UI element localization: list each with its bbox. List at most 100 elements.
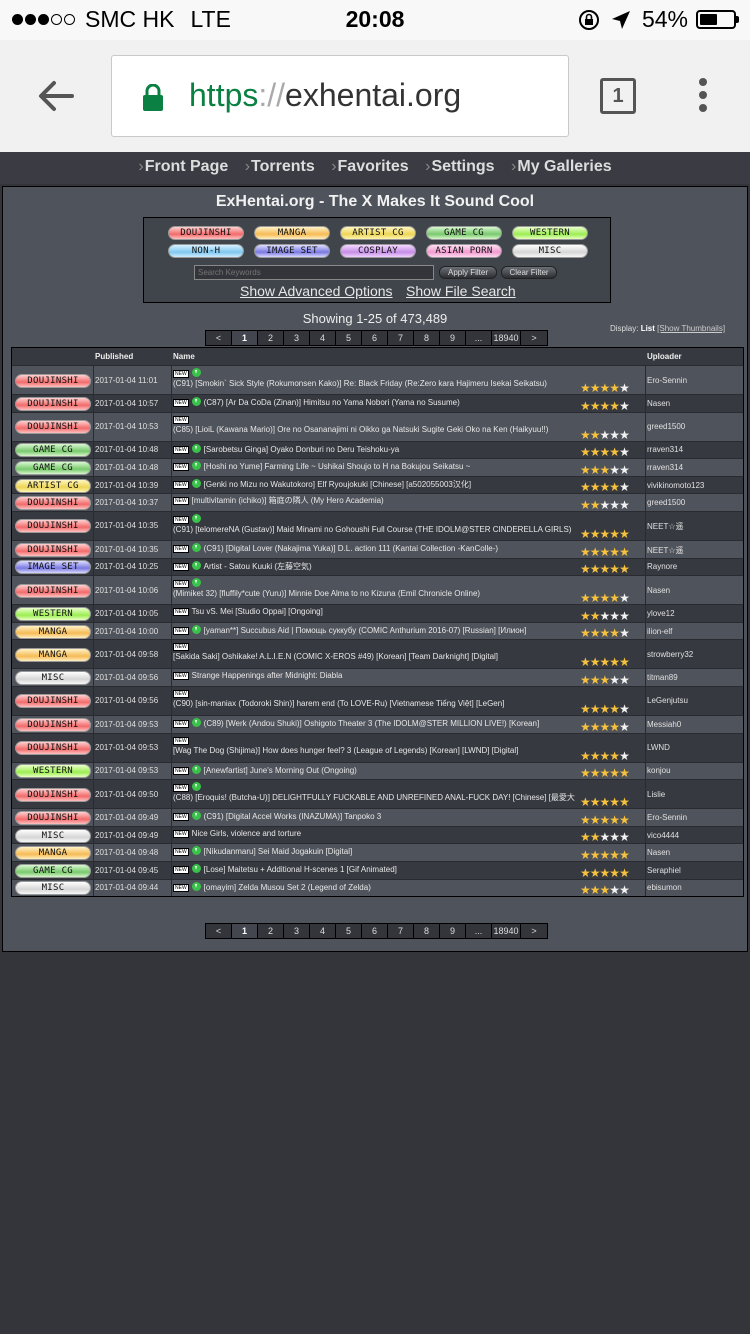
uploader-link[interactable]: konjou xyxy=(647,766,671,775)
uploader-link[interactable]: Nasen xyxy=(647,586,670,595)
category-toggle-manga[interactable]: MANGA xyxy=(254,226,330,240)
page-link[interactable]: 5 xyxy=(336,331,362,345)
category-badge[interactable]: DOUJINSHI xyxy=(15,583,91,598)
uploader-link[interactable]: greed1500 xyxy=(647,422,685,431)
gallery-title-cell[interactable]: NEW [multivitamin (ichiko)] 箱庭の隣人 (My Her… xyxy=(173,496,643,506)
torrent-download-icon[interactable] xyxy=(191,443,201,453)
category-badge[interactable]: MISC xyxy=(15,671,91,686)
torrent-download-icon[interactable] xyxy=(191,811,201,821)
gallery-title[interactable]: [Hoshi no Yume] Farming Life ~ Ushikai S… xyxy=(204,462,471,471)
category-badge[interactable]: WESTERN xyxy=(15,606,91,621)
uploader-link[interactable]: rraven314 xyxy=(647,445,683,454)
category-badge[interactable]: MISC xyxy=(15,828,91,843)
uploader-link[interactable]: NEET☆遥 xyxy=(647,545,684,556)
torrent-download-icon[interactable] xyxy=(191,782,201,792)
table-row[interactable]: GAME CG 2017-01-04 10:48 NEW [Hoshi no Yume… xyxy=(12,458,743,477)
search-input[interactable] xyxy=(194,265,434,280)
category-toggle-doujinshi[interactable]: DOUJINSHI xyxy=(168,226,244,240)
gallery-title[interactable]: (C91) [Smokin` Sick Style (Rokumonsen Ka… xyxy=(173,379,547,388)
uploader-link[interactable]: ebisumon xyxy=(647,883,682,892)
gallery-title-cell[interactable]: NEW (C89) [Werk (Andou Shuki)] Oshigoto T… xyxy=(173,717,643,729)
category-badge[interactable]: DOUJINSHI xyxy=(15,496,91,511)
table-row[interactable]: DOUJINSHI 2017-01-04 11:01 NEW (C91) [Smoki… xyxy=(12,365,743,395)
category-badge[interactable]: DOUJINSHI xyxy=(15,694,91,709)
gallery-title[interactable]: [Nikudanmaru] Sei Maid Jogakuin [Digital… xyxy=(204,847,353,856)
gallery-title-cell[interactable]: NEW (C85) [LioiL (Kawana Mario)] Ore no O… xyxy=(173,415,643,435)
gallery-title-cell[interactable]: NEW [Anewfartist] June's Morning Out (Ong… xyxy=(173,764,643,776)
torrent-download-icon[interactable] xyxy=(191,717,201,727)
category-badge[interactable]: ARTIST CG xyxy=(15,478,91,493)
clear-filter-button[interactable]: Clear Filter xyxy=(501,266,557,279)
table-row[interactable]: WESTERN 2017-01-04 09:53 NEW [Anewfartist] … xyxy=(12,761,743,780)
nav-my-galleries[interactable]: My Galleries xyxy=(511,158,611,176)
torrent-download-icon[interactable] xyxy=(191,542,201,552)
table-row[interactable]: DOUJINSHI 2017-01-04 10:57 NEW (C87) [Ar Da… xyxy=(12,394,743,413)
show-file-search-link[interactable]: Show File Search xyxy=(406,283,516,299)
gallery-title-cell[interactable]: NEW Nice Girls, violence and torture xyxy=(173,829,643,839)
uploader-link[interactable]: Ero-Sennin xyxy=(647,376,687,385)
gallery-title[interactable]: [Sarobetsu Ginga] Oyako Donburi no Deru … xyxy=(204,445,400,454)
page-link[interactable]: 1 xyxy=(232,331,258,345)
gallery-title[interactable]: [omayim] Zelda Musou Set 2 (Legend of Ze… xyxy=(204,883,371,892)
table-row[interactable]: DOUJINSHI 2017-01-04 09:53 NEW (C89) [Werk … xyxy=(12,714,743,734)
table-row[interactable]: MISC 2017-01-04 09:56 NEW Strange Happening… xyxy=(12,668,743,687)
category-badge[interactable]: DOUJINSHI xyxy=(15,519,91,534)
apply-filter-button[interactable]: Apply Filter xyxy=(439,266,497,279)
gallery-title-cell[interactable]: NEW [Sarobetsu Ginga] Oyako Donburi no De… xyxy=(173,443,643,455)
page-link[interactable]: 8 xyxy=(414,924,440,938)
category-badge[interactable]: DOUJINSHI xyxy=(15,420,91,435)
torrent-download-icon[interactable] xyxy=(191,560,201,570)
tab-switcher-button[interactable]: 1 xyxy=(600,78,636,114)
category-toggle-misc[interactable]: MISC xyxy=(512,244,588,258)
gallery-title-cell[interactable]: NEW (C90) [sin-maniax (Todoroki Shin)] ha… xyxy=(173,689,643,709)
category-badge[interactable]: DOUJINSHI xyxy=(15,396,91,411)
uploader-link[interactable]: Lislie xyxy=(647,790,665,799)
uploader-link[interactable]: vivikinomoto123 xyxy=(647,481,704,490)
gallery-title-cell[interactable]: NEW Tsu vS. Mei [Studio Oppai] [Ongoing] xyxy=(173,607,643,617)
table-row[interactable]: WESTERN 2017-01-04 10:05 NEW Tsu vS. Mei [S… xyxy=(12,604,743,623)
gallery-title-cell[interactable]: NEW [omayim] Zelda Musou Set 2 (Legend of… xyxy=(173,881,643,893)
table-row[interactable]: GAME CG 2017-01-04 10:48 NEW [Sarobetsu Gin… xyxy=(12,440,743,459)
uploader-link[interactable]: ilion-elf xyxy=(647,627,672,636)
table-row[interactable]: DOUJINSHI 2017-01-04 09:49 NEW (C91) [Digit… xyxy=(12,808,743,827)
gallery-title[interactable]: (C91) [telomereNA (Gustav)] Maid Minami … xyxy=(173,525,571,534)
category-badge[interactable]: MANGA xyxy=(15,647,91,662)
torrent-download-icon[interactable] xyxy=(191,863,201,873)
page-link[interactable]: 4 xyxy=(310,331,336,345)
gallery-title[interactable]: [Wag The Dog (Shijima)] How does hunger … xyxy=(173,746,518,755)
table-row[interactable]: MANGA 2017-01-04 09:48 NEW [Nikudanmaru] Se… xyxy=(12,843,743,862)
uploader-link[interactable]: greed1500 xyxy=(647,498,685,507)
category-toggle-asian-porn[interactable]: ASIAN PORN xyxy=(426,244,502,258)
gallery-title[interactable]: [Sakida Saki] Oshikake! A.L.I.E.N (COMIC… xyxy=(173,652,498,661)
gallery-title[interactable]: (C91) [Digital Lover (Nakajima Yuka)] D.… xyxy=(204,544,498,553)
overflow-menu-icon[interactable] xyxy=(695,78,711,114)
torrent-download-icon[interactable] xyxy=(191,624,201,634)
torrent-download-icon[interactable] xyxy=(191,368,201,377)
table-row[interactable]: MANGA 2017-01-04 09:58 NEW [Sakida Saki] Os… xyxy=(12,639,743,669)
category-badge[interactable]: GAME CG xyxy=(15,863,91,878)
page-link[interactable]: 9 xyxy=(440,331,466,345)
category-toggle-cosplay[interactable]: COSPLAY xyxy=(340,244,416,258)
category-badge[interactable]: DOUJINSHI xyxy=(15,741,91,756)
prev-page-button[interactable]: < xyxy=(206,331,232,345)
category-badge[interactable]: MANGA xyxy=(15,846,91,861)
page-link[interactable]: 3 xyxy=(284,924,310,938)
table-row[interactable]: DOUJINSHI 2017-01-04 10:35 NEW (C91) [Digit… xyxy=(12,539,743,559)
nav-settings[interactable]: Settings xyxy=(425,158,494,176)
gallery-title-cell[interactable]: NEW (C91) [telomereNA (Gustav)] Maid Mina… xyxy=(173,513,643,535)
gallery-title[interactable]: [multivitamin (ichiko)] 箱庭の隣人 (My Hero A… xyxy=(192,496,384,505)
torrent-download-icon[interactable] xyxy=(191,764,201,774)
page-link[interactable]: 2 xyxy=(258,924,284,938)
gallery-title-cell[interactable]: NEW Artist - Satou Kuuki (左藤空気) xyxy=(173,560,643,572)
gallery-title-cell[interactable]: NEW [Wag The Dog (Shijima)] How does hung… xyxy=(173,736,643,756)
table-row[interactable]: DOUJINSHI 2017-01-04 09:53 NEW [Wag The Dog… xyxy=(12,732,743,763)
table-row[interactable]: MISC 2017-01-04 09:44 NEW [omayim] Zelda Mu… xyxy=(12,878,743,897)
torrent-download-icon[interactable] xyxy=(191,397,201,406)
uploader-link[interactable]: ylove12 xyxy=(647,609,675,618)
gallery-title-cell[interactable]: NEW [Hoshi no Yume] Farming Life ~ Ushika… xyxy=(173,461,643,472)
page-link[interactable]: 1 xyxy=(232,924,258,938)
uploader-link[interactable]: Nasen xyxy=(647,848,670,857)
category-badge[interactable]: MISC xyxy=(15,881,91,896)
page-link[interactable]: 6 xyxy=(362,924,388,938)
table-row[interactable]: MANGA 2017-01-04 10:00 NEW [yaman**] Succub… xyxy=(12,621,743,640)
